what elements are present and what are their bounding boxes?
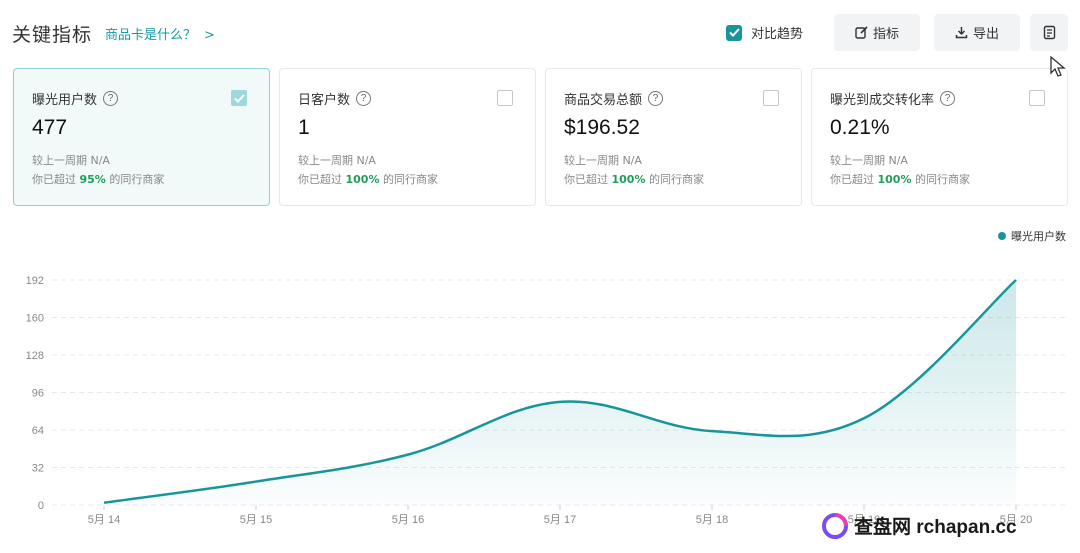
x-tick-label: 5月 18 xyxy=(696,514,728,526)
watermark: 查盘网 rchapan.cc xyxy=(822,512,1017,539)
metric-card-value: 0.21% xyxy=(830,116,890,139)
compare-trend-label: 对比趋势 xyxy=(751,27,804,42)
header: 关键指标 商品卡是什么？ > 对比趋势 指标 导出 xyxy=(12,14,1068,54)
metric-card-label: 曝光到成交转化率? xyxy=(830,89,956,108)
metric-card[interactable]: 日客户数? 1 较上一周期 N/A 你已超过 100% 的同行商家 xyxy=(279,68,536,206)
metric-card-compare: 较上一周期 N/A xyxy=(298,154,376,167)
legend-label: 曝光用户数 xyxy=(1011,230,1066,243)
metric-card[interactable]: 曝光到成交转化率? 0.21% 较上一周期 N/A 你已超过 100% 的同行商… xyxy=(811,68,1068,206)
y-tick-label: 128 xyxy=(26,350,44,362)
watermark-text: 查盘网 rchapan.cc xyxy=(854,517,1017,538)
document-button[interactable] xyxy=(1030,14,1068,51)
x-tick-label: 5月 15 xyxy=(240,514,272,526)
help-icon[interactable]: ? xyxy=(648,91,664,106)
metric-card-compare: 较上一周期 N/A xyxy=(564,154,642,167)
metric-card-beat: 你已超过 100% 的同行商家 xyxy=(830,173,970,186)
help-icon[interactable]: ? xyxy=(356,91,372,106)
metric-button-label: 指标 xyxy=(872,27,899,42)
checkbox-checked-icon[interactable] xyxy=(726,24,742,41)
metric-card-label: 日客户数? xyxy=(298,89,372,108)
metric-card-checkbox[interactable] xyxy=(763,90,779,106)
metric-card-beat: 你已超过 100% 的同行商家 xyxy=(298,173,438,186)
metric-card-value: 1 xyxy=(298,116,310,139)
y-tick-label: 192 xyxy=(26,275,44,287)
compare-trend-toggle[interactable]: 对比趋势 xyxy=(726,23,803,42)
export-button-label: 导出 xyxy=(972,27,999,42)
metric-card-label: 曝光用户数? xyxy=(32,89,119,108)
help-link[interactable]: 商品卡是什么？ > xyxy=(105,24,215,43)
metric-card-label: 商品交易总额? xyxy=(564,89,664,108)
metric-card-beat: 你已超过 100% 的同行商家 xyxy=(564,173,704,186)
trend-chart: 0 32 64 96 128 160 192 5月 14 5月 15 5月 16 5月 17 5月 … xyxy=(26,275,1066,526)
chevron-right-icon: > xyxy=(204,28,215,43)
y-tick-label: 32 xyxy=(32,463,44,475)
help-icon[interactable]: ? xyxy=(103,91,119,106)
metric-card-beat: 你已超过 95% 的同行商家 xyxy=(32,173,165,186)
x-tick-label: 5月 16 xyxy=(392,514,424,526)
metric-card-checkbox[interactable] xyxy=(1029,90,1045,106)
mouse-cursor-icon xyxy=(1050,56,1066,77)
chart-legend[interactable]: 曝光用户数 xyxy=(998,228,1066,244)
document-icon xyxy=(1043,25,1055,40)
metric-card-compare: 较上一周期 N/A xyxy=(32,154,110,167)
y-axis: 0 32 64 96 128 160 192 xyxy=(26,275,44,512)
metric-card-checkbox[interactable] xyxy=(497,90,513,106)
edit-icon xyxy=(855,26,868,39)
y-tick-label: 160 xyxy=(26,313,44,325)
download-icon xyxy=(955,27,968,39)
y-tick-label: 64 xyxy=(32,425,44,437)
x-tick-label: 5月 17 xyxy=(544,514,576,526)
y-tick-label: 0 xyxy=(38,500,44,512)
metric-card-compare: 较上一周期 N/A xyxy=(830,154,908,167)
metric-card-value: 477 xyxy=(32,116,68,139)
x-tick-label: 5月 14 xyxy=(88,514,120,526)
metric-card-checkbox[interactable] xyxy=(231,90,247,106)
help-icon[interactable]: ? xyxy=(940,91,956,106)
page-title: 关键指标 xyxy=(12,24,93,46)
metric-card[interactable]: 商品交易总额? $196.52 较上一周期 N/A 你已超过 100% 的同行商… xyxy=(545,68,802,206)
watermark-logo-icon xyxy=(822,512,848,539)
metric-card-value: $196.52 xyxy=(564,116,640,139)
help-link-label: 商品卡是什么？ xyxy=(105,28,197,43)
metric-card[interactable]: 曝光用户数? 477 较上一周期 N/A 你已超过 95% 的同行商家 xyxy=(13,68,270,206)
y-tick-label: 96 xyxy=(32,388,44,400)
metric-button[interactable]: 指标 xyxy=(834,14,920,51)
legend-dot-icon xyxy=(998,232,1006,240)
export-button[interactable]: 导出 xyxy=(934,14,1020,51)
